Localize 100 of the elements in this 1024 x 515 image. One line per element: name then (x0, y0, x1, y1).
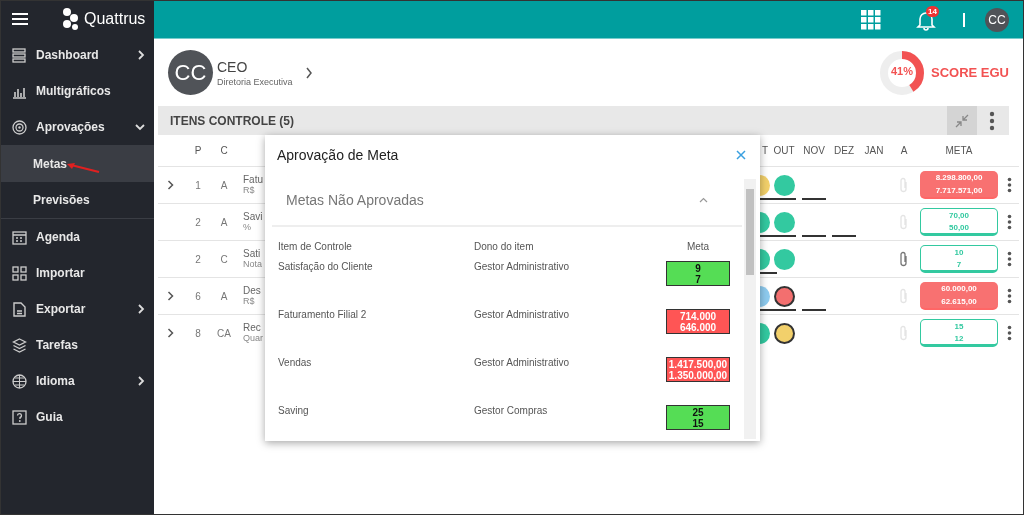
column-header: DEZ (833, 144, 855, 158)
meta-target: 10 (954, 247, 964, 257)
chevron-right-icon[interactable] (166, 291, 174, 301)
nav-subitem[interactable]: Previsões (1, 182, 154, 218)
chevron-right-icon[interactable] (166, 180, 174, 190)
table-cell-text: Satisfação do Cliente (278, 261, 374, 272)
table-cell-text: 8 (194, 327, 202, 339)
more-icon[interactable] (1006, 177, 1012, 193)
collapse-icon (955, 113, 969, 128)
meta-actual: 7 (956, 259, 962, 269)
accordion-header[interactable]: Metas Não Aprovadas (272, 175, 742, 227)
more-icon[interactable] (1006, 325, 1012, 341)
meta-target: 9 (695, 262, 701, 274)
nav-subitem[interactable]: Metas (1, 146, 154, 182)
calendar-icon (12, 229, 27, 245)
meta-actual: 7.717.571,00 (935, 186, 983, 195)
layers-icon (12, 337, 27, 353)
paperclip-icon[interactable] (900, 251, 908, 267)
table-cell-text: 2 (194, 253, 202, 265)
globe-icon (12, 373, 27, 389)
table-cell-text: A (219, 216, 229, 228)
nav-item[interactable]: Exportar (1, 291, 154, 327)
logo-icon (62, 8, 80, 30)
arrow-drawing (65, 160, 101, 174)
table-cell-text: Gestor Compras (474, 405, 549, 416)
avatar[interactable]: CC (985, 7, 1009, 32)
menu-icon[interactable] (12, 13, 28, 25)
dash-mark (802, 309, 826, 311)
nav-item[interactable]: Agenda (1, 219, 154, 255)
nav-item[interactable]: Multigráficos (1, 73, 154, 109)
dash-mark (802, 198, 826, 200)
accordion-title: Metas Não Aprovadas (286, 192, 424, 208)
table-cell-text: 6 (194, 290, 202, 302)
dialog-title: Aprovação de Meta (277, 147, 399, 163)
avatar: CC (168, 50, 213, 95)
item-name: Sati (243, 248, 262, 259)
brand-name: Quattrus (84, 10, 146, 28)
meta-actual: 15 (692, 417, 704, 429)
column-header: C (219, 145, 229, 156)
notification-badge: 14 (926, 5, 939, 17)
nav-item[interactable]: Tarefas (1, 327, 154, 363)
column-header: T (761, 145, 768, 156)
column-header: P (193, 145, 203, 156)
chevron-up-icon (699, 197, 708, 203)
table-cell-text: A (219, 290, 229, 302)
section-title: ITENS CONTROLE (5) (170, 113, 294, 128)
table-cell-text: C (219, 253, 229, 265)
column-header: A (899, 145, 909, 156)
table-cell-text: Gestor Administrativo (474, 357, 571, 368)
score-label: SCORE EGU (931, 65, 1009, 80)
score-value: 41% (889, 64, 914, 77)
column-header: Meta (685, 240, 711, 252)
chevron-right-icon[interactable] (166, 328, 174, 338)
table-cell-text: A (219, 179, 229, 191)
item-unit: Quar (243, 333, 263, 344)
nav-item[interactable]: Guia (1, 399, 154, 435)
chevron-right-icon (304, 66, 313, 79)
meta-actual: 12 (954, 333, 964, 343)
apps-grid-icon[interactable] (861, 9, 881, 30)
item-name: Savi (243, 211, 263, 222)
document-icon (12, 301, 27, 317)
more-icon[interactable] (1006, 214, 1012, 230)
meta-target: 8.298.800,00 (935, 173, 983, 182)
item-name: Rec (243, 322, 262, 333)
table-cell-text: Gestor Administrativo (474, 309, 571, 320)
more-icon[interactable] (1006, 288, 1012, 304)
item-unit: R$ (243, 185, 256, 196)
column-header: META (944, 145, 974, 156)
meta-target: 70,00 (949, 210, 969, 220)
table-cell-text: 1 (194, 179, 202, 191)
dash-mark (832, 235, 856, 237)
more-icon[interactable] (1006, 251, 1012, 267)
nav-item[interactable]: Idioma (1, 363, 154, 399)
table-cell-text: Gestor Administrativo (474, 261, 571, 272)
table-cell-text: Saving (278, 405, 310, 416)
column-header: Dono do item (474, 240, 535, 252)
more-icon[interactable] (989, 110, 995, 131)
table-cell-text: Vendas (278, 357, 313, 368)
item-name: Des (243, 285, 261, 296)
meta-target: 1.417.500,00 (668, 358, 728, 370)
table-cell-text: Faturamento Filial 2 (278, 309, 368, 320)
department-name: Diretoria Executiva (217, 76, 293, 87)
meta-actual: 62.615,00 (941, 297, 977, 306)
column-header: Item de Controle (278, 240, 353, 252)
nav-item[interactable]: Dashboard (1, 37, 154, 73)
scrollbar[interactable] (744, 179, 756, 439)
dash-mark (802, 235, 826, 237)
role-title: CEO (217, 58, 249, 75)
meta-target: 714.000 (679, 310, 717, 322)
nav-item[interactable]: Aprovações (1, 109, 154, 145)
question-icon (12, 409, 27, 425)
column-header: NOV (802, 144, 826, 158)
grid-icon (12, 265, 27, 281)
item-unit: Nota (243, 259, 262, 270)
close-icon[interactable] (736, 150, 746, 160)
meta-target: 25 (692, 406, 704, 418)
column-header: JAN (863, 144, 885, 158)
meta-actual: 7 (695, 273, 701, 285)
meta-actual: 646.000 (679, 321, 717, 333)
nav-item[interactable]: Importar (1, 255, 154, 291)
